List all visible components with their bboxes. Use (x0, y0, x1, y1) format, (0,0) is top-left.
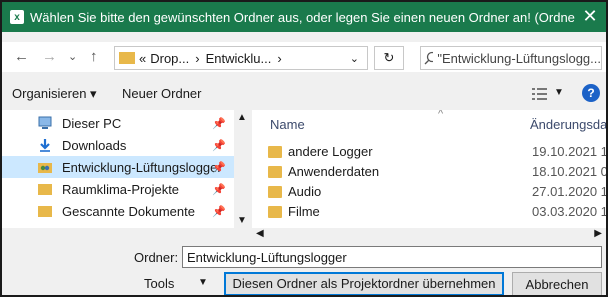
file-date: 18.10.2021 09 (532, 164, 606, 179)
search-placeholder: "Entwicklung-Lüftungslogg... (437, 50, 601, 66)
folder-field-label: Ordner: (134, 250, 179, 265)
close-icon[interactable]: ✕ (580, 6, 600, 26)
file-row[interactable]: andere Logger 19.10.2021 12 (252, 142, 606, 162)
tools-menu[interactable]: Tools (144, 276, 174, 291)
refresh-icon[interactable]: ↻ (374, 46, 404, 70)
file-name: andere Logger (288, 144, 373, 159)
tools-dropdown-icon[interactable]: ▼ (198, 277, 208, 288)
sidebar-scrollbar[interactable]: ▲ ▼ (234, 110, 250, 228)
scroll-up-icon[interactable]: ▲ (237, 112, 247, 123)
column-header-label: Änderungsda (530, 116, 606, 132)
folder-icon (268, 186, 282, 198)
column-header-date[interactable]: Änderungsda (530, 110, 606, 138)
folder-icon (268, 146, 282, 158)
file-row[interactable]: Filme 03.03.2020 15 (252, 202, 606, 222)
sidebar-item-entwicklung-lueftungslogger[interactable]: Entwicklung-Lüftungslogger 📌 (2, 156, 234, 178)
address-dropdown-icon[interactable]: ⌄ (350, 52, 359, 65)
pin-icon[interactable]: 📌 (212, 205, 226, 218)
view-options-dropdown-icon[interactable]: ▼ (554, 87, 564, 98)
pin-icon[interactable]: 📌 (212, 183, 226, 196)
folder-icon (268, 206, 282, 218)
sidebar-item-dieser-pc[interactable]: Dieser PC 📌 (2, 112, 234, 134)
sidebar-item-gescannte-dokumente[interactable]: Gescannte Dokumente 📌 (2, 200, 234, 222)
computer-icon (38, 116, 52, 129)
sort-ascending-icon: ^ (438, 110, 444, 120)
sidebar-item-downloads[interactable]: Downloads 📌 (2, 134, 234, 156)
folder-name-input[interactable]: Entwicklung-Lüftungslogger (182, 246, 602, 268)
file-name: Anwenderdaten (288, 164, 380, 179)
sidebar-item-label: Dieser PC (62, 115, 122, 131)
scroll-left-icon[interactable]: ◀ (256, 228, 264, 239)
back-arrow-icon[interactable]: ← (14, 48, 29, 65)
view-options-icon[interactable] (532, 87, 548, 101)
sidebar-item-raumklima-projekte[interactable]: Raumklima-Projekte 📌 (2, 178, 234, 200)
forward-arrow-icon[interactable]: → (42, 48, 57, 65)
cancel-button[interactable]: Abbrechen (512, 272, 602, 295)
scroll-down-icon[interactable]: ▼ (237, 215, 247, 226)
navigation-bar: ← → ⌄ ↑ « Drop... › Entwicklu... › ⌄ ↻ "… (2, 42, 606, 72)
breadcrumb-item[interactable]: Drop... (150, 51, 189, 66)
file-row[interactable]: Anwenderdaten 18.10.2021 09 (252, 162, 606, 182)
scroll-right-icon[interactable]: ▶ (594, 228, 602, 239)
pin-icon[interactable]: 📌 (212, 139, 226, 152)
search-icon (424, 51, 434, 65)
title-bar: x Wählen Sie bitte den gewünschten Ordne… (2, 2, 606, 32)
folder-icon (119, 52, 135, 64)
breadcrumb-separator: › (277, 50, 282, 66)
breadcrumb-item[interactable]: Entwicklu... (206, 51, 272, 66)
search-field[interactable]: "Entwicklung-Lüftungslogg... (420, 46, 602, 70)
file-date: 19.10.2021 12 (532, 144, 606, 159)
address-bar[interactable]: « Drop... › Entwicklu... › ⌄ (114, 46, 368, 70)
file-date: 03.03.2020 15 (532, 204, 606, 219)
file-list: Name ^ Änderungsda andere Logger 19.10.2… (252, 110, 606, 228)
new-folder-button[interactable]: Neuer Ordner (122, 86, 201, 101)
sidebar-item-label: Gescannte Dokumente (62, 203, 195, 219)
recent-locations-chevron-icon[interactable]: ⌄ (68, 50, 77, 63)
folder-icon (268, 166, 282, 178)
up-arrow-icon[interactable]: ↑ (90, 48, 98, 65)
file-list-horizontal-scrollbar[interactable]: ◀ ▶ (252, 228, 606, 242)
command-toolbar: Organisieren ▾ Neuer Ordner ▼ ? (2, 80, 606, 108)
file-name: Audio (288, 184, 322, 199)
excel-app-icon: x (10, 10, 24, 24)
address-prefix: « (139, 50, 147, 66)
organize-menu[interactable]: Organisieren ▾ (12, 86, 97, 102)
folder-dialog: x Wählen Sie bitte den gewünschten Ordne… (0, 0, 608, 297)
file-date: 27.01.2020 10 (532, 184, 606, 199)
download-icon (40, 139, 50, 152)
use-as-project-folder-button[interactable]: Diesen Ordner als Projektordner übernehm… (224, 272, 504, 295)
breadcrumb-separator: › (195, 50, 200, 66)
folder-icon (38, 206, 52, 217)
sidebar-item-label: Raumklima-Projekte (62, 181, 180, 197)
folder-icon (38, 184, 52, 195)
sidebar-item-label: Downloads (62, 137, 127, 153)
shared-folder-icon (38, 163, 52, 173)
dialog-title: Wählen Sie bitte den gewünschten Ordner … (30, 9, 575, 25)
column-header-label: Name (270, 116, 305, 132)
file-name: Filme (288, 204, 320, 219)
sidebar-item-label: Entwicklung-Lüftungslogger (62, 159, 222, 175)
help-icon[interactable]: ? (582, 84, 600, 102)
dialog-footer: Ordner: Entwicklung-Lüftungslogger Tools… (2, 242, 606, 295)
pin-icon[interactable]: 📌 (212, 117, 226, 130)
navigation-pane: Dieser PC 📌 Downloads 📌 Entwicklung-Lüft… (2, 110, 250, 228)
file-row[interactable]: Audio 27.01.2020 10 (252, 182, 606, 202)
pin-icon[interactable]: 📌 (212, 161, 226, 174)
